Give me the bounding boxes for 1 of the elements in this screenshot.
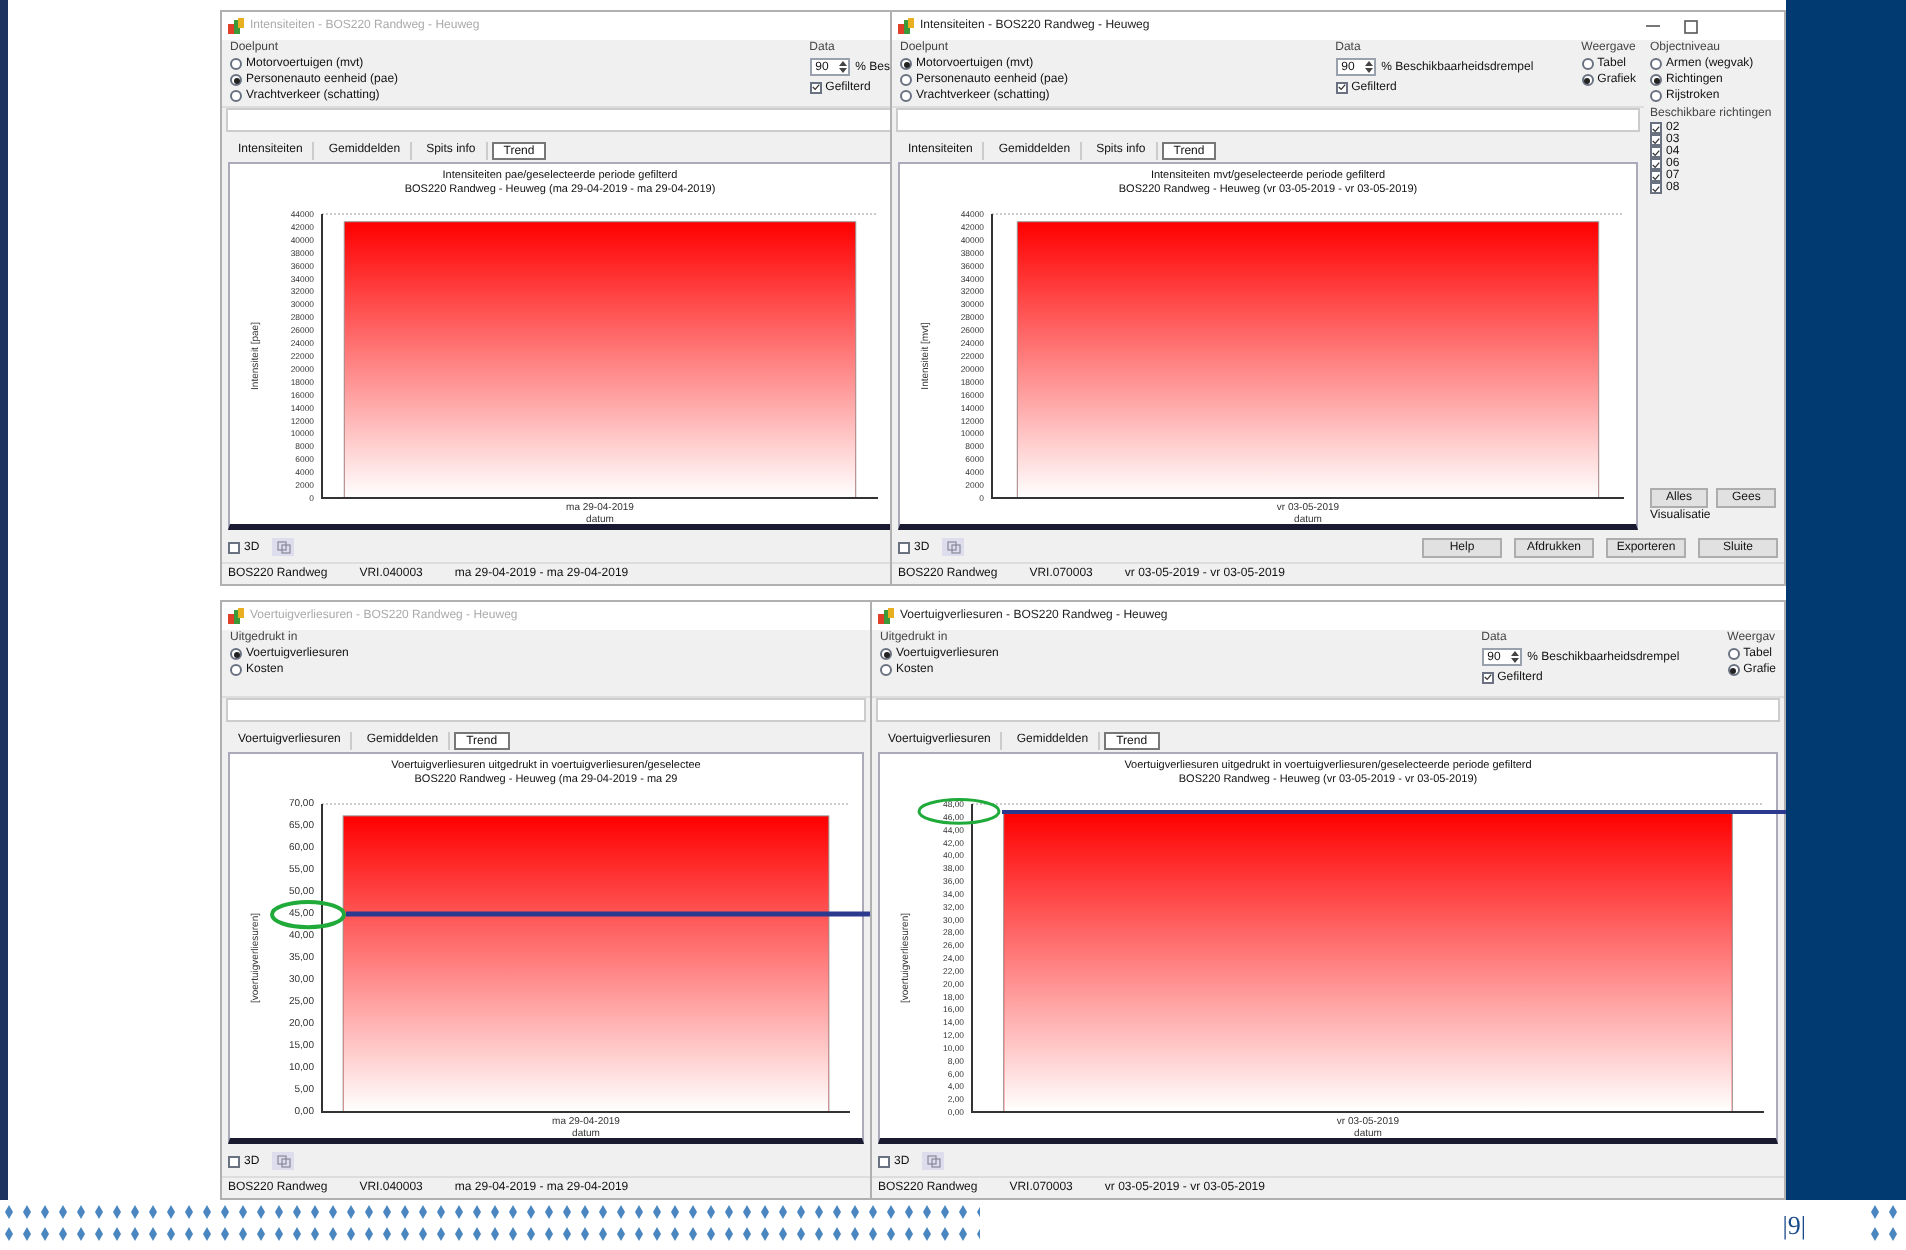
page-number: |9| bbox=[1782, 1207, 1806, 1244]
